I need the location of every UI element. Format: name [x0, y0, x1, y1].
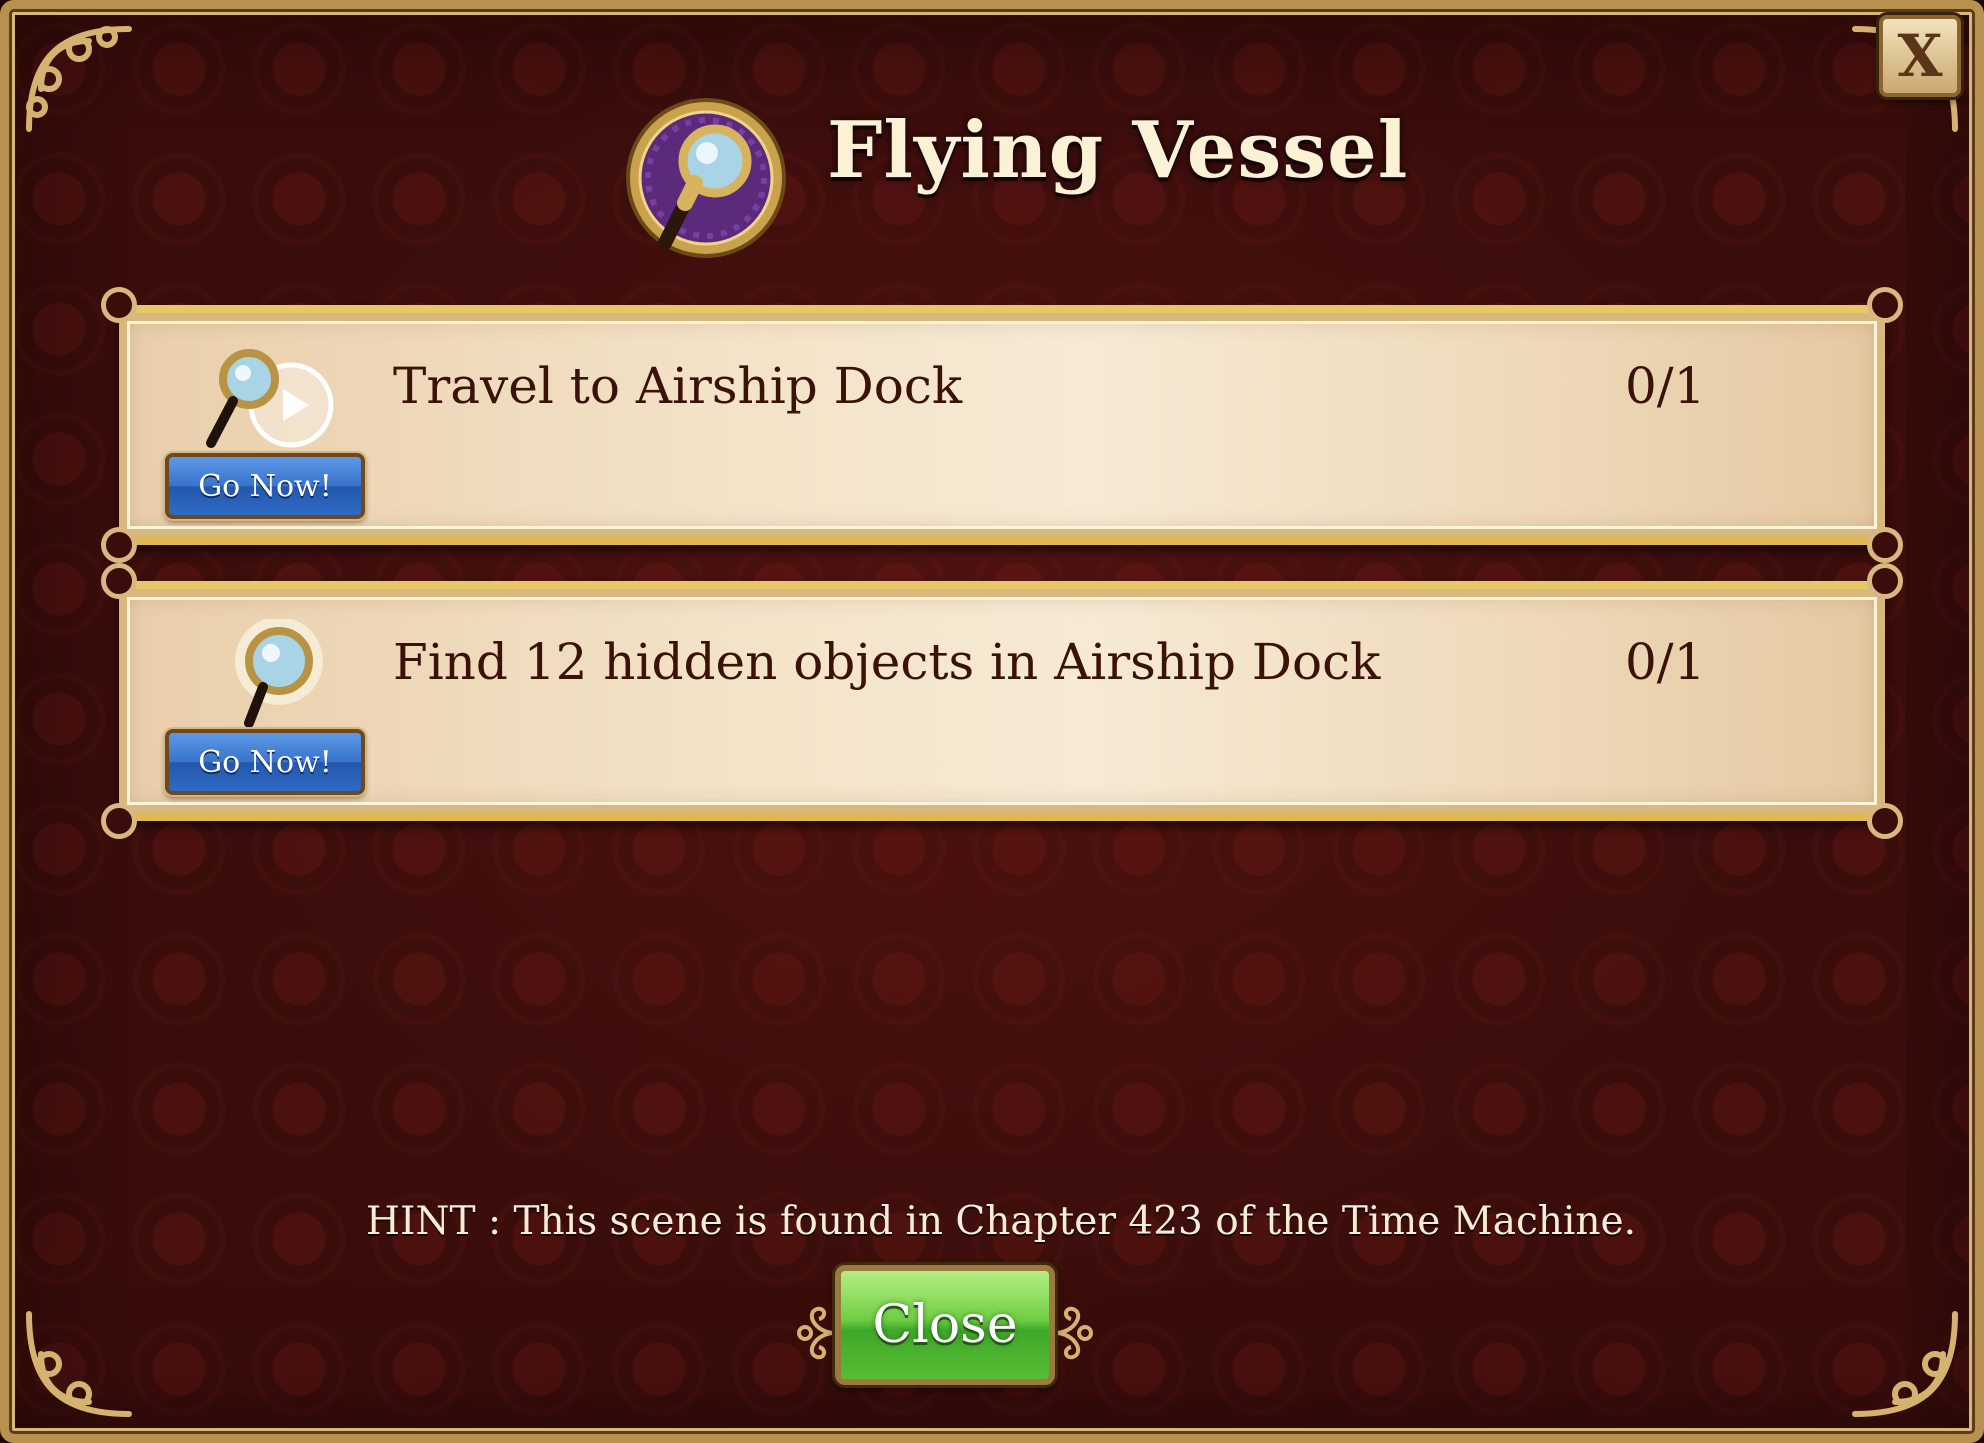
hint-text: HINT : This scene is found in Chapter 42… — [366, 1199, 1636, 1244]
corner-ornament — [1845, 1304, 1965, 1424]
task-panel — [119, 581, 1885, 821]
magnifying-glass-icon — [623, 95, 789, 261]
go-now-button[interactable]: Go Now! — [165, 453, 365, 519]
go-now-label: Go Now! — [198, 744, 332, 780]
close-button[interactable]: Close — [835, 1265, 1055, 1385]
task-panel — [119, 305, 1885, 545]
panel-notch — [101, 563, 137, 599]
close-button-group: Close — [795, 1265, 1095, 1391]
close-x-button[interactable]: X — [1879, 15, 1961, 97]
panel-notch — [1867, 803, 1903, 839]
corner-ornament — [19, 19, 139, 139]
panel-notch — [1867, 563, 1903, 599]
corner-ornament — [19, 1304, 139, 1424]
task-row: Go Now! Travel to Airship Dock 0/1 — [101, 287, 1903, 563]
flourish-icon — [795, 1303, 839, 1363]
panel-notch — [1867, 287, 1903, 323]
magnifier-play-icon — [191, 343, 341, 453]
magnifier-sparkle-icon — [191, 617, 341, 729]
panel-notch — [101, 803, 137, 839]
task-label: Find 12 hidden objects in Airship Dock — [393, 633, 1381, 691]
close-button-label: Close — [872, 1295, 1018, 1355]
panel-notch — [101, 527, 137, 563]
task-progress: 0/1 — [1625, 357, 1706, 415]
dialog-title: Flying Vessel — [827, 105, 1409, 196]
task-label: Travel to Airship Dock — [393, 357, 963, 415]
go-now-label: Go Now! — [198, 468, 332, 504]
close-x-label: X — [1897, 22, 1943, 90]
quest-dialog: X Flying Vessel Go Now! Travel to Airshi… — [0, 0, 1984, 1443]
task-row: Go Now! Find 12 hidden objects in Airshi… — [101, 563, 1903, 839]
panel-notch — [1867, 527, 1903, 563]
go-now-button[interactable]: Go Now! — [165, 729, 365, 795]
flourish-icon — [1051, 1303, 1095, 1363]
panel-notch — [101, 287, 137, 323]
task-progress: 0/1 — [1625, 633, 1706, 691]
